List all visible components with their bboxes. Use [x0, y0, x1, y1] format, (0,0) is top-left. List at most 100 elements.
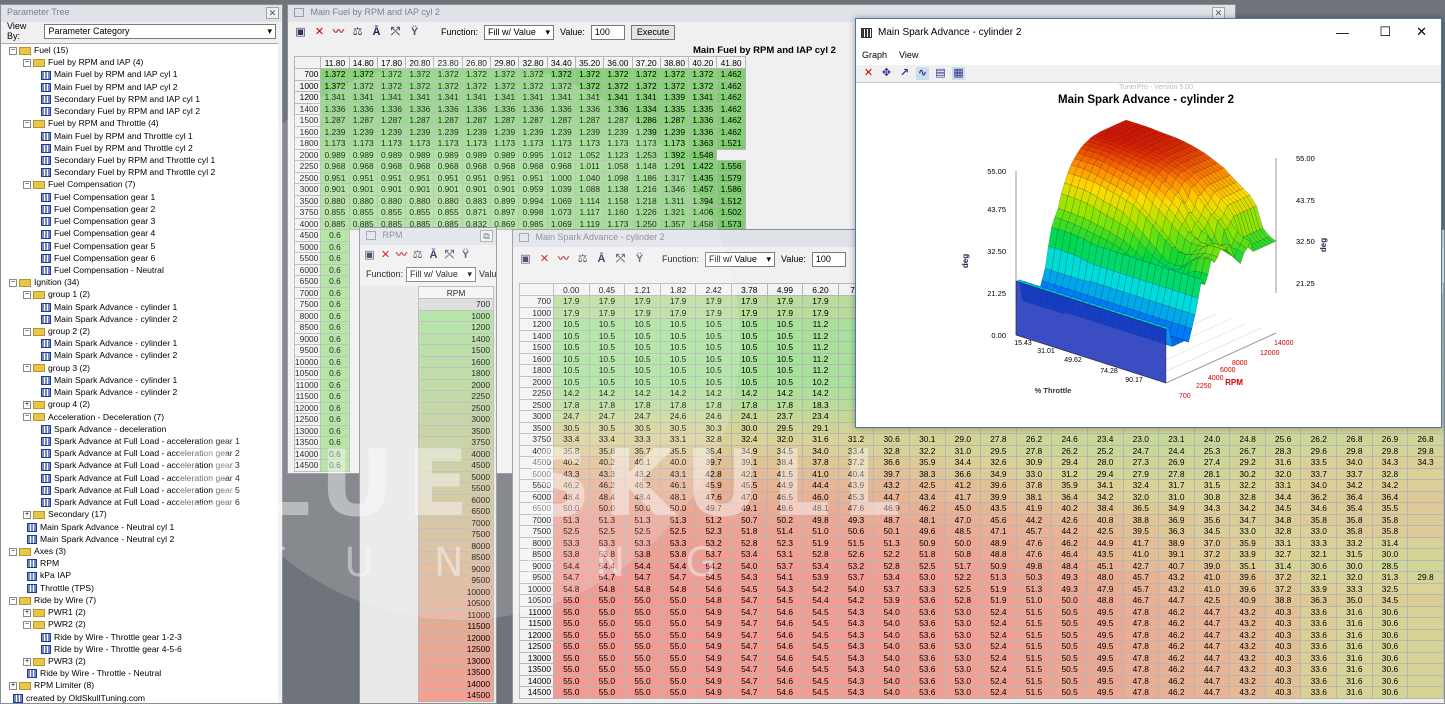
table-cell[interactable]: 54.3: [837, 617, 875, 630]
table-cell[interactable]: 41.0: [1122, 548, 1160, 561]
table-cell[interactable]: 28.1: [1193, 467, 1231, 480]
tree-item[interactable]: − Fuel by RPM and Throttle (4): [1, 117, 278, 129]
table-cell[interactable]: 10.5: [588, 375, 626, 388]
table-cell[interactable]: 41.5: [766, 467, 804, 480]
chart-icon[interactable]: 〰: [395, 249, 408, 262]
row-header[interactable]: 13000: [519, 651, 554, 664]
table-cell[interactable]: 40.3: [1264, 605, 1302, 618]
row-header[interactable]: 1500: [293, 114, 322, 127]
column-header[interactable]: 0.45: [588, 283, 626, 296]
table-cell[interactable]: 1.573: [716, 217, 746, 230]
table-cell[interactable]: 30.6: [873, 433, 910, 446]
table-cell[interactable]: 35.8: [1371, 513, 1409, 526]
column-header[interactable]: 32.80: [518, 56, 548, 69]
table-cell[interactable]: 0.951: [376, 171, 407, 184]
rpm-cell[interactable]: 3500: [418, 424, 494, 437]
table-cell[interactable]: 0.989: [405, 148, 435, 161]
table-cell[interactable]: 1.069: [546, 217, 576, 230]
table-cell[interactable]: 33.4: [837, 444, 875, 457]
table-cell[interactable]: 54.7: [588, 571, 626, 584]
table-cell[interactable]: 53.4: [802, 559, 839, 572]
table-cell[interactable]: 0.985: [518, 217, 548, 230]
table-cell[interactable]: 17.8: [588, 398, 626, 411]
row-header[interactable]: 4000: [293, 217, 322, 230]
table-cell[interactable]: 35.8: [1336, 525, 1373, 538]
table-cell[interactable]: 40.4: [837, 467, 875, 480]
table-cell[interactable]: 48.0: [1086, 571, 1124, 584]
table-cell[interactable]: 44.7: [873, 490, 910, 503]
table-cell[interactable]: 0.880: [433, 194, 463, 207]
tree-item[interactable]: Ride by Wire - Throttle gear 1-2-3: [1, 631, 278, 643]
table-cell[interactable]: 1.372: [376, 79, 407, 92]
collapse-icon[interactable]: −: [23, 413, 31, 422]
table-cell[interactable]: 31.6: [1336, 617, 1373, 630]
table-cell[interactable]: 31.3: [1371, 571, 1409, 584]
table-cell[interactable]: 54.8: [624, 582, 661, 595]
row-header[interactable]: 2000: [519, 375, 554, 388]
table-cell[interactable]: 29.4: [1051, 456, 1088, 469]
table-cell[interactable]: 17.9: [730, 306, 768, 319]
table-cell[interactable]: 30.3: [695, 421, 732, 434]
table-cell[interactable]: 0.995: [518, 148, 548, 161]
table-cell[interactable]: 10.5: [766, 341, 804, 354]
table-cell[interactable]: 41.7: [944, 490, 982, 503]
table-cell[interactable]: 1.287: [574, 114, 605, 127]
table-cell[interactable]: [1407, 605, 1444, 618]
table-cell[interactable]: 50.0: [659, 502, 697, 515]
rpm-cell[interactable]: 14000: [418, 677, 494, 690]
table-cell[interactable]: 55.0: [624, 617, 661, 630]
table-cell[interactable]: 0.880: [405, 194, 435, 207]
table-cell[interactable]: 1.372: [490, 79, 520, 92]
table-cell[interactable]: 54.6: [766, 628, 804, 641]
table-cell[interactable]: 55.0: [624, 594, 661, 607]
tree-item[interactable]: − PWR2 (2): [1, 618, 278, 630]
table-cell[interactable]: 48.9: [980, 536, 1017, 549]
table-cell[interactable]: 37.8: [1015, 479, 1053, 492]
table-cell[interactable]: 29.8: [1407, 571, 1444, 584]
table-cell[interactable]: 40.2: [588, 456, 626, 469]
table-cell[interactable]: 51.5: [1015, 663, 1053, 676]
table-cell[interactable]: 1.117: [574, 206, 605, 219]
table-cell[interactable]: 52.2: [944, 571, 982, 584]
table-cell[interactable]: 34.0: [1336, 456, 1373, 469]
table-cell[interactable]: 10.5: [659, 364, 697, 377]
table-cell[interactable]: 42.1: [730, 467, 768, 480]
tree-item[interactable]: − group 3 (2): [1, 362, 278, 374]
table-cell[interactable]: 55.0: [624, 605, 661, 618]
tree-item[interactable]: Spark Advance - deceleration: [1, 423, 278, 435]
table-cell[interactable]: 47.8: [1122, 605, 1160, 618]
table-cell[interactable]: 46.2: [1158, 651, 1195, 664]
table-cell[interactable]: 1.336: [433, 102, 463, 115]
table-cell[interactable]: 49.5: [1086, 686, 1124, 699]
table-cell[interactable]: 33.1: [1264, 479, 1302, 492]
tree-item[interactable]: Throttle (TPS): [1, 582, 278, 594]
table-cell[interactable]: 34.5: [1371, 594, 1409, 607]
table-cell[interactable]: 54.5: [802, 640, 839, 653]
table-cell[interactable]: 54.5: [802, 605, 839, 618]
table-cell[interactable]: 1.406: [688, 206, 718, 219]
rpm-cell[interactable]: 3000: [418, 413, 494, 426]
table-cell[interactable]: 54.0: [873, 651, 910, 664]
table-cell[interactable]: 10.5: [730, 352, 768, 365]
table-cell[interactable]: 46.1: [659, 479, 697, 492]
row-header[interactable]: 8000: [519, 536, 554, 549]
table-cell[interactable]: 0.6: [320, 275, 350, 288]
table-cell[interactable]: 47.6: [837, 502, 875, 515]
table-cell[interactable]: 33.6: [1300, 628, 1338, 641]
table-cell[interactable]: 55.0: [553, 605, 590, 618]
rpm-cell[interactable]: 14500: [418, 689, 494, 702]
table-cell[interactable]: 34.9: [1158, 502, 1195, 515]
table-cell[interactable]: 30.6: [1371, 663, 1409, 676]
table-cell[interactable]: 37.2: [1193, 548, 1231, 561]
table-cell[interactable]: 0.885: [320, 217, 350, 230]
table-cell[interactable]: 54.5: [730, 582, 768, 595]
table-cell[interactable]: 34.4: [1264, 490, 1302, 503]
table-cell[interactable]: 47.0: [730, 490, 768, 503]
rpm-cell[interactable]: 1000: [418, 309, 494, 322]
table-cell[interactable]: 50.2: [766, 513, 804, 526]
table-cell[interactable]: 0.6: [320, 240, 350, 253]
table-cell[interactable]: 44.9: [1086, 536, 1124, 549]
row-header[interactable]: 14500: [293, 459, 322, 472]
table-cell[interactable]: 0.6: [320, 367, 350, 380]
table-cell[interactable]: 43.5: [980, 502, 1017, 515]
